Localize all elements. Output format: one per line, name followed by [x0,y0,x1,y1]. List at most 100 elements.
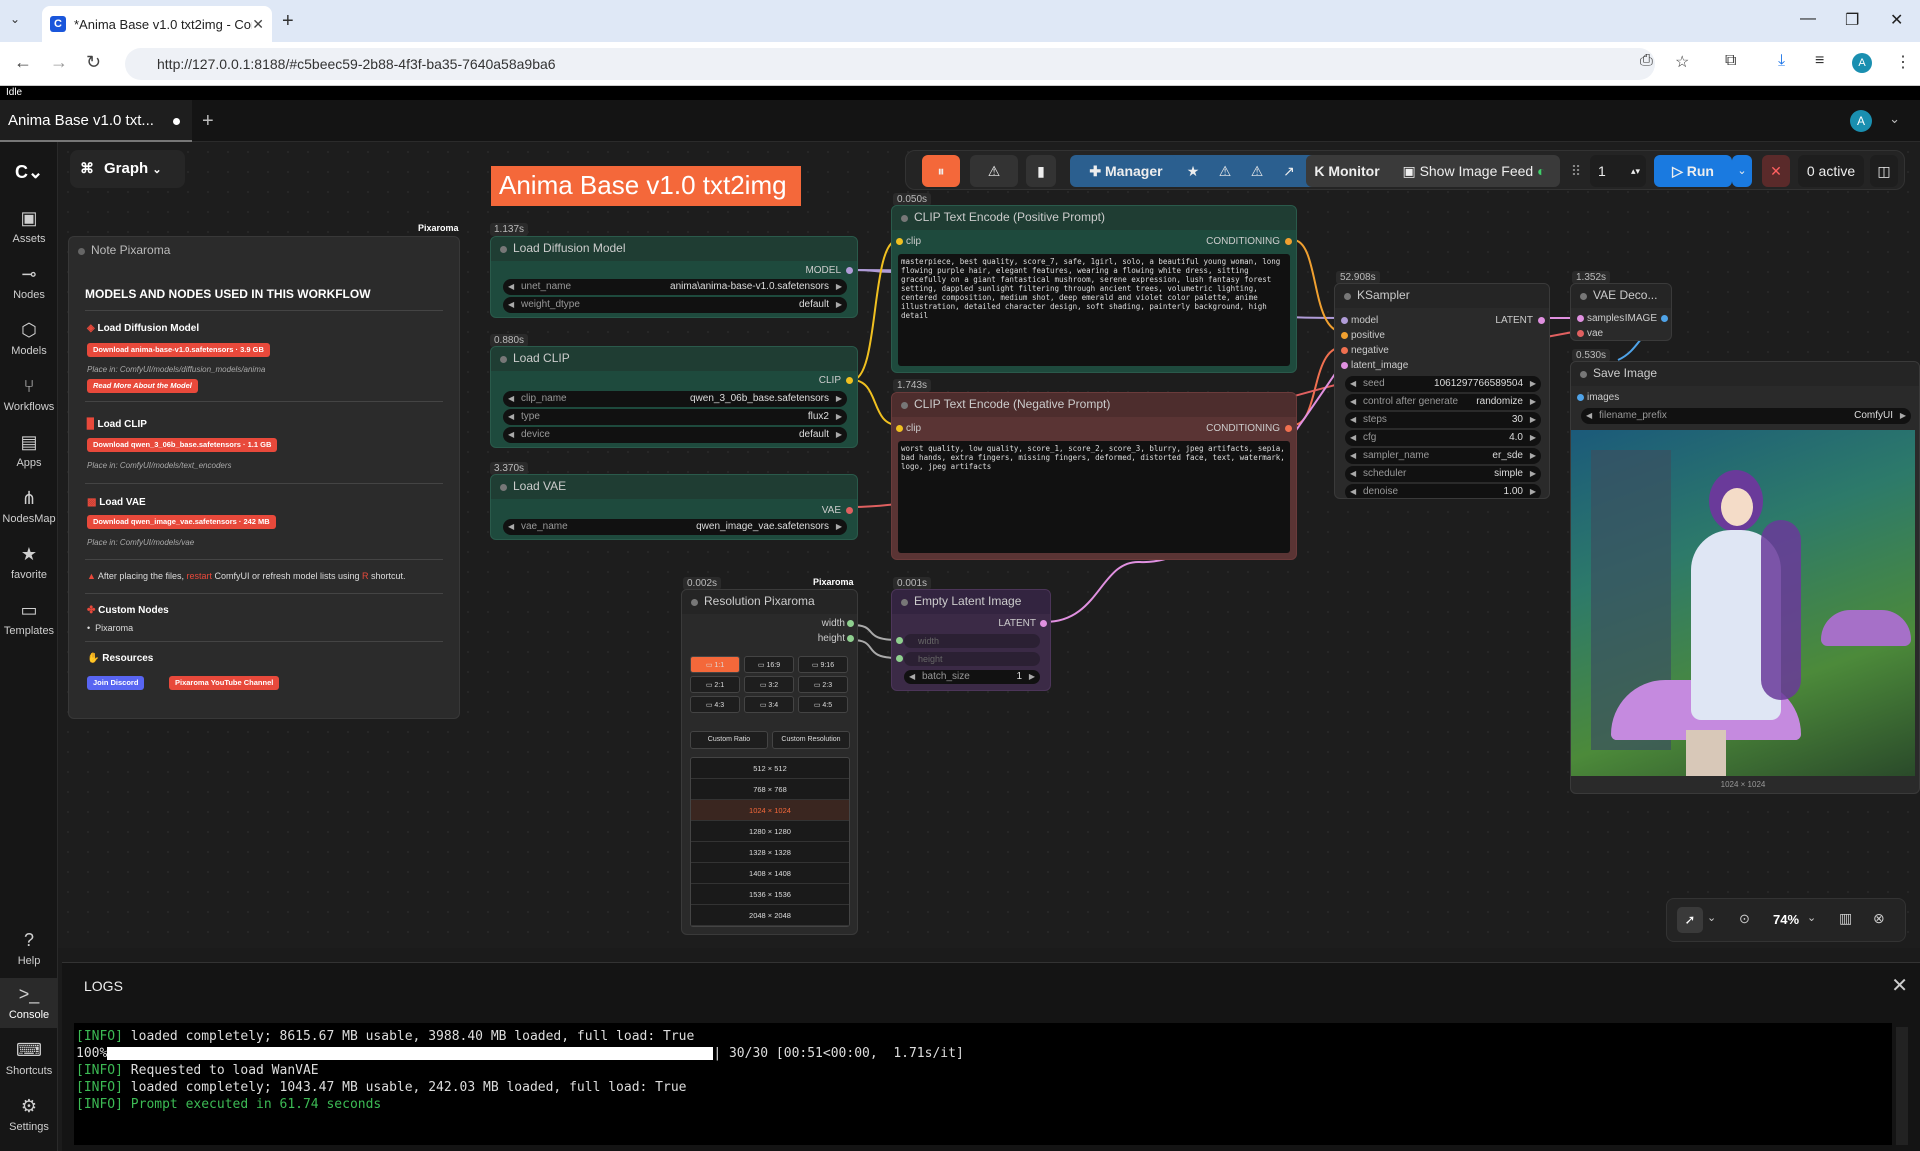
stepper-icon[interactable]: ▴▾ [1631,155,1640,187]
note-pixaroma-node[interactable]: Note Pixaroma MODELS AND NODES USED IN T… [68,236,460,719]
close-icon[interactable]: ✕ [1891,973,1908,998]
ratio-button[interactable]: ▭ 2:1 [690,676,740,693]
weight-dtype-widget[interactable]: weight_dtype default [503,297,847,313]
positive-input-port[interactable] [1341,332,1348,339]
seed-widget[interactable]: seed 1061297766589504 [1345,376,1541,392]
custom-resolution-button[interactable]: Custom Resolution [772,731,850,749]
clip-text-encode-negative-node[interactable]: CLIP Text Encode (Negative Prompt) clip … [891,392,1297,560]
ratio-button[interactable]: ▭ 3:2 [744,676,794,693]
resolution-option[interactable]: 512 × 512 [691,758,849,779]
youtube-button[interactable]: Pixaroma YouTube Channel [169,676,280,690]
type-widget[interactable]: type flux2 [503,409,847,425]
output-port[interactable] [1661,315,1668,322]
download-diffusion-button[interactable]: Download anima-base-v1.0.safetensors · 3… [87,343,270,357]
unet-name-widget[interactable]: unet_name anima\anima-base-v1.0.safetenso… [503,279,847,295]
ratio-button[interactable]: ▭ 4:5 [798,696,848,713]
resolution-option[interactable]: 1536 × 1536 [691,884,849,905]
empty-latent-image-node[interactable]: Empty Latent Image LATENT width height b… [891,589,1051,691]
scheduler-widget[interactable]: scheduler simple [1345,466,1541,482]
width-input-port[interactable] [896,637,903,644]
fit-view-icon[interactable]: ⊙ [1739,911,1750,927]
download-clip-button[interactable]: Download qwen_3_06b_base.safetensors · 1… [87,438,278,452]
cancel-icon[interactable]: ✕ [1762,155,1790,187]
resolution-option[interactable]: 768 × 768 [691,779,849,800]
ratio-button[interactable]: ▭ 3:4 [744,696,794,713]
favorites-icon[interactable]: ★ [1178,155,1208,187]
load-clip-node[interactable]: Load CLIP CLIP clip_name qwen_3_06b_base.… [490,346,858,448]
resolution-option[interactable]: 1024 × 1024 [691,800,849,821]
sampler-name-widget[interactable]: sampler_name er_sde [1345,448,1541,464]
run-button[interactable]: ▷ Run [1654,155,1732,187]
clip-name-widget[interactable]: clip_name qwen_3_06b_base.safetensors [503,391,847,407]
ratio-button[interactable]: ▭ 2:3 [798,676,848,693]
panel-toggle-icon[interactable]: ◫ [1870,155,1898,187]
steps-widget[interactable]: steps 30 [1345,412,1541,428]
monitor-button[interactable]: K Monitor [1310,155,1384,187]
clip-input-port[interactable] [896,425,903,432]
images-input-port[interactable] [1577,394,1584,401]
clip-input-port[interactable] [896,238,903,245]
load-vae-node[interactable]: Load VAE VAE vae_name qwen_image_vae.safe… [490,474,858,540]
hide-links-icon[interactable]: ⊗ [1873,910,1885,927]
chevron-down-icon[interactable]: ⌄ [1807,911,1816,924]
width-output-port[interactable] [847,620,854,627]
drag-handle-icon[interactable]: ⠿ [1568,155,1584,187]
share-icon[interactable]: ↗ [1274,155,1304,187]
batch-size-widget[interactable]: batch_size 1 [904,670,1040,684]
ratio-button[interactable]: ▭ 9:16 [798,656,848,673]
output-port[interactable] [846,507,853,514]
custom-ratio-button[interactable]: Custom Ratio [690,731,768,749]
resolution-option[interactable]: 2048 × 2048 [691,905,849,926]
output-port[interactable] [846,377,853,384]
resolution-option[interactable]: 1328 × 1328 [691,842,849,863]
output-port[interactable] [846,267,853,274]
width-input[interactable]: width [904,634,1040,648]
load-diffusion-model-node[interactable]: Load Diffusion Model MODEL unet_name anim… [490,236,858,318]
bookmark-icon[interactable]: ▮ [1026,155,1056,187]
node-tools-icon[interactable]: ⚠ [1210,155,1240,187]
vae-name-widget[interactable]: vae_name qwen_image_vae.safetensors [503,519,847,535]
ksampler-node[interactable]: KSampler model positive negative latent_… [1334,283,1550,499]
output-port[interactable] [1040,620,1047,627]
queue-count-input[interactable]: 1 ▴▾ [1590,155,1646,187]
vae-decode-node[interactable]: VAE Deco... samples vae IMAGE [1570,283,1672,341]
filename-prefix-widget[interactable]: filename_prefix ComfyUI [1581,408,1911,424]
download-vae-button[interactable]: Download qwen_image_vae.safetensors · 24… [87,515,276,529]
resolution-pixaroma-node[interactable]: Resolution Pixaroma width height ▭ 1:1 ▭ … [681,589,858,935]
discord-button[interactable]: Join Discord [87,676,145,690]
select-tool-icon[interactable]: ➚ [1677,907,1703,933]
latent-input-port[interactable] [1341,362,1348,369]
ratio-button[interactable]: ▭ 16:9 [744,656,794,673]
output-port[interactable] [1538,317,1545,324]
height-input[interactable]: height [904,652,1040,666]
positive-prompt-textarea[interactable]: masterpiece, best quality, score_7, safe… [898,254,1290,366]
chevron-down-icon[interactable]: ⌄ [1707,911,1716,924]
save-image-node[interactable]: Save Image images filename_prefix ComfyUI… [1570,361,1920,794]
negative-input-port[interactable] [1341,347,1348,354]
model-input-port[interactable] [1341,317,1348,324]
ratio-button[interactable]: ▭ 1:1 [690,656,740,673]
device-widget[interactable]: device default [503,427,847,443]
negative-prompt-textarea[interactable]: worst quality, low quality, score_1, sco… [898,441,1290,553]
model-tools-icon[interactable]: ⚠ [1242,155,1272,187]
control-after-generate-widget[interactable]: control after generate randomize [1345,394,1541,410]
ratio-button[interactable]: ▭ 4:3 [690,696,740,713]
resolution-option[interactable]: 1280 × 1280 [691,821,849,842]
graph-menu-button[interactable]: ⌘ Graph ⌄ [70,150,185,188]
clip-text-encode-positive-node[interactable]: CLIP Text Encode (Positive Prompt) clip … [891,205,1297,373]
manager-button[interactable]: ✚ Manager [1076,155,1176,187]
read-more-button[interactable]: Read More About the Model [87,379,198,393]
run-options-chevron-icon[interactable]: ⌄ [1732,155,1752,187]
show-image-feed-button[interactable]: ▣ Show Image Feed ◐ [1392,155,1556,187]
minimap-icon[interactable]: ▥ [1839,910,1852,927]
log-scrollbar[interactable] [1896,1027,1908,1145]
denoise-widget[interactable]: denoise 1.00 [1345,484,1541,498]
height-input-port[interactable] [896,655,903,662]
workflow-logo-icon[interactable]: ⚠ [970,155,1018,187]
output-port[interactable] [1285,425,1292,432]
generated-image[interactable] [1571,430,1915,776]
resolution-option[interactable]: 1408 × 1408 [691,863,849,884]
height-output-port[interactable] [847,635,854,642]
output-port[interactable] [1285,238,1292,245]
cfg-widget[interactable]: cfg 4.0 [1345,430,1541,446]
